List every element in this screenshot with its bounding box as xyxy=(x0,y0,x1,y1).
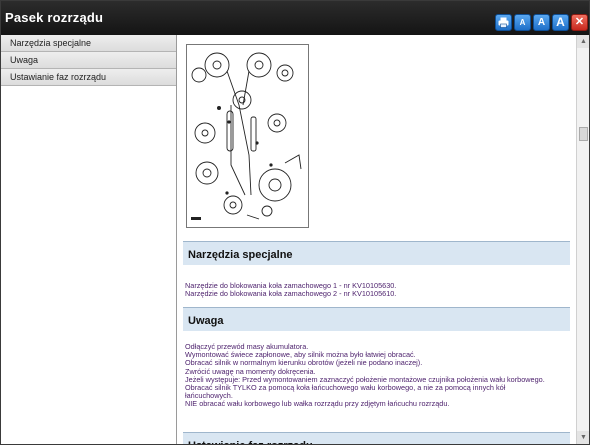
section-heading: Uwaga xyxy=(183,307,570,331)
sidebar-item-notes[interactable]: Uwaga xyxy=(1,52,176,69)
section-special-tools: Narzędzia specjalne Narzędzie do blokowa… xyxy=(183,241,570,298)
engine-diagram-image xyxy=(191,52,302,220)
font-large-button[interactable]: A xyxy=(552,14,569,31)
scroll-thumb[interactable] xyxy=(579,127,588,141)
section-heading: Narzędzia specjalne xyxy=(183,241,570,265)
content-panel: Narzędzia specjalne Narzędzie do blokowa… xyxy=(178,35,576,444)
section-notes: Uwaga Odłączyć przewód masy akumulatora.… xyxy=(183,307,570,409)
text-line: NIE obracać wału korbowego lub wałka roz… xyxy=(185,399,450,409)
font-small-button[interactable]: A xyxy=(514,14,531,31)
text-line: Narzędzie do blokowania koła zamachowego… xyxy=(185,289,397,299)
sidebar: Narzędzia specjalne Uwaga Ustawianie faz… xyxy=(1,35,177,444)
section-body: Narzędzie do blokowania koła zamachowego… xyxy=(183,265,570,298)
vertical-scrollbar[interactable]: ▲ ▼ xyxy=(576,35,589,444)
font-medium-button[interactable]: A xyxy=(533,14,550,31)
scroll-up-arrow[interactable]: ▲ xyxy=(577,35,589,48)
title-bar: Pasek rozrządu A A A ✕ xyxy=(1,1,589,35)
sidebar-item-special-tools[interactable]: Narzędzia specjalne xyxy=(1,35,176,52)
window-title: Pasek rozrządu xyxy=(5,10,104,25)
printer-icon xyxy=(498,17,509,28)
section-timing: Ustawianie faz rozrządu xyxy=(183,432,570,444)
app-window: Pasek rozrządu A A A ✕ Narzędzia specjal… xyxy=(0,0,590,445)
timing-chain-diagram xyxy=(186,44,309,228)
print-button[interactable] xyxy=(495,14,512,31)
close-button[interactable]: ✕ xyxy=(571,14,588,31)
sidebar-item-timing[interactable]: Ustawianie faz rozrządu xyxy=(1,69,176,86)
section-body: Odłączyć przewód masy akumulatora. Wymon… xyxy=(183,331,570,409)
section-heading: Ustawianie faz rozrządu xyxy=(183,432,570,444)
text-line: Obracać silnik TYLKO za pomocą koła łańc… xyxy=(185,383,506,393)
scroll-down-arrow[interactable]: ▼ xyxy=(577,431,589,444)
